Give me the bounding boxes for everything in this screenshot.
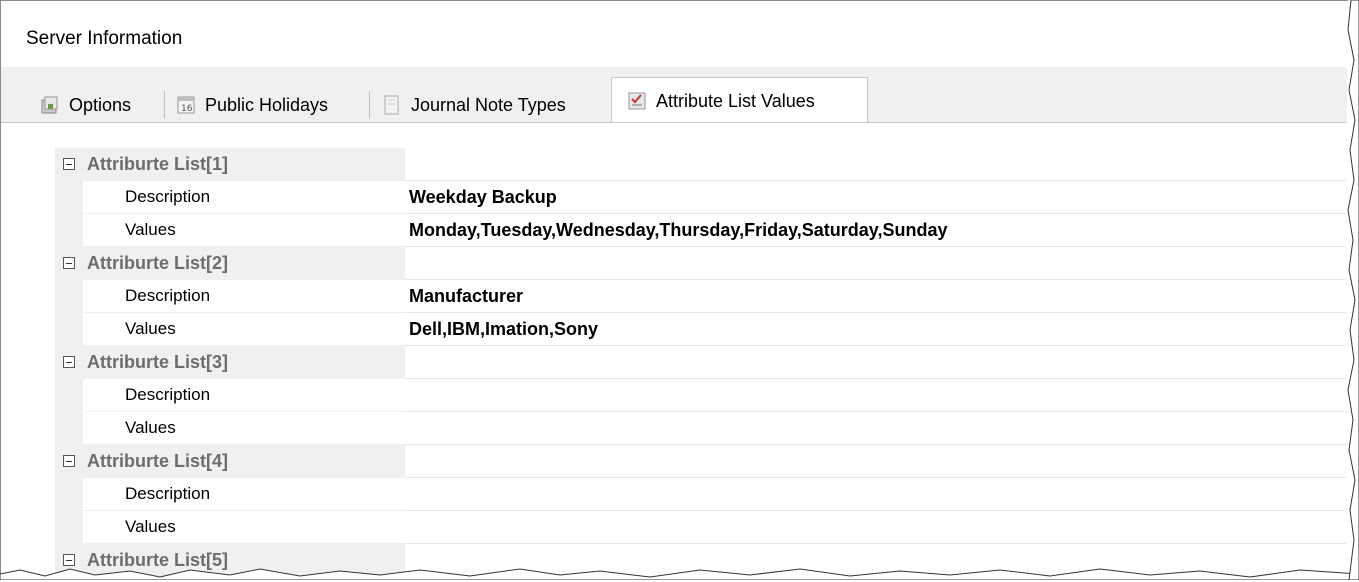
property-grid: Attriburte List[1] Description Weekday B… [55, 148, 1346, 577]
property-row[interactable]: Description [55, 379, 1346, 412]
property-name: Values [55, 214, 405, 247]
collapse-toggle[interactable] [63, 554, 75, 566]
torn-edge-bottom [0, 568, 1359, 580]
property-name: Description [55, 478, 405, 511]
collapse-toggle[interactable] [63, 257, 75, 269]
category-row[interactable]: Attriburte List[3] [55, 346, 1346, 379]
property-name: Values [55, 511, 405, 544]
property-name: Values [55, 412, 405, 445]
journal-icon [384, 95, 399, 115]
property-row[interactable]: Values [55, 412, 1346, 445]
title-bar: Server Information [1, 1, 1347, 67]
property-value[interactable] [405, 478, 1346, 511]
tab-divider [369, 91, 370, 119]
svg-text:16: 16 [181, 104, 193, 114]
category-label: Attriburte List[3] [87, 351, 228, 372]
collapse-toggle[interactable] [63, 158, 75, 170]
property-row[interactable]: Values Monday,Tuesday,Wednesday,Thursday… [55, 214, 1346, 247]
tab-journal-note-types[interactable]: Journal Note Types [381, 87, 606, 123]
property-row[interactable]: Description [55, 478, 1346, 511]
tab-public-holidays[interactable]: 16 Public Holidays [175, 87, 365, 123]
collapse-toggle[interactable] [63, 356, 75, 368]
category-row[interactable]: Attriburte List[2] [55, 247, 1346, 280]
tab-strip: Options 16 Public Holidays Journal Note … [1, 67, 1347, 124]
property-row[interactable]: Description Manufacturer [55, 280, 1346, 313]
tab-public-holidays-label: Public Holidays [205, 94, 329, 115]
category-label: Attriburte List[1] [87, 153, 228, 174]
category-row[interactable]: Attriburte List[4] [55, 445, 1346, 478]
tab-attribute-list-values-label: Attribute List Values [656, 90, 815, 111]
property-name: Values [55, 313, 405, 346]
tab-attribute-list-values[interactable]: Attribute List Values [611, 77, 868, 124]
property-row[interactable]: Description Weekday Backup [55, 181, 1346, 214]
tab-options[interactable]: Options [39, 87, 161, 123]
property-value[interactable] [405, 379, 1346, 412]
tab-divider [164, 91, 165, 119]
category-row[interactable]: Attriburte List[1] [55, 148, 1346, 181]
checklist-icon [628, 92, 646, 110]
torn-edge-right [1347, 0, 1359, 580]
property-value[interactable] [405, 511, 1346, 544]
window-title: Server Information [26, 28, 183, 49]
property-value[interactable]: Dell,IBM,Imation,Sony [405, 313, 1346, 346]
tab-journal-note-types-label: Journal Note Types [411, 94, 566, 115]
property-name: Description [55, 379, 405, 412]
property-value[interactable] [405, 412, 1346, 445]
property-value[interactable]: Monday,Tuesday,Wednesday,Thursday,Friday… [405, 214, 1346, 247]
property-row[interactable]: Values [55, 511, 1346, 544]
property-row[interactable]: Values Dell,IBM,Imation,Sony [55, 313, 1346, 346]
category-label: Attriburte List[2] [87, 252, 228, 273]
property-name: Description [55, 280, 405, 313]
options-icon [41, 96, 58, 114]
collapse-toggle[interactable] [63, 455, 75, 467]
property-value[interactable]: Weekday Backup [405, 181, 1346, 214]
tab-options-label: Options [69, 94, 132, 115]
property-value[interactable]: Manufacturer [405, 280, 1346, 313]
calendar-icon: 16 [177, 96, 195, 114]
property-name: Description [55, 181, 405, 214]
category-label: Attriburte List[4] [87, 450, 228, 471]
